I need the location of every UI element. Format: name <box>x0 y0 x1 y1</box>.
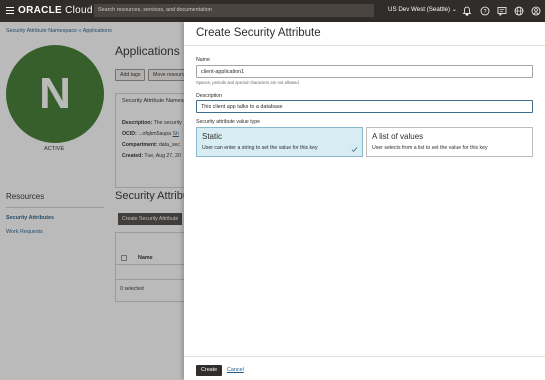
globe-icon[interactable] <box>513 4 525 17</box>
region-selector[interactable]: US Dev West (Seattle) ⌄ <box>388 6 457 13</box>
name-hint: Spaces, periods and special characters a… <box>196 80 299 85</box>
region-label: US Dev West (Seattle) <box>388 6 451 13</box>
menu-icon[interactable] <box>6 7 14 14</box>
cancel-link[interactable]: Cancel <box>227 367 244 373</box>
name-label: Name <box>196 57 210 63</box>
logo-product: Cloud <box>65 5 93 16</box>
top-bar: ORACLE Cloud Search resources, services,… <box>0 0 545 22</box>
user-icon[interactable] <box>530 4 542 17</box>
option-list-desc: User selects from a list to set the valu… <box>372 145 488 151</box>
svg-text:?: ? <box>483 9 486 15</box>
create-button[interactable]: Create <box>196 365 223 376</box>
panel-title: Create Security Attribute <box>196 27 321 39</box>
help-icon[interactable]: ? <box>479 4 491 17</box>
panel-footer: Create Cancel <box>184 356 545 380</box>
option-static-title: Static <box>202 132 223 141</box>
description-field[interactable]: This client app talks to a database <box>196 100 533 113</box>
bell-icon[interactable] <box>461 4 473 17</box>
divider <box>184 45 545 46</box>
option-static[interactable]: Static User can enter a string to set th… <box>196 127 363 157</box>
option-list-title: A list of values <box>372 132 424 141</box>
checkmark-icon <box>351 147 358 153</box>
chevron-down-icon: ⌄ <box>451 6 458 13</box>
create-security-attribute-panel: Create Security Attribute Name client-ap… <box>184 22 545 380</box>
option-static-desc: User can enter a string to set the value… <box>202 145 318 151</box>
oracle-cloud-logo[interactable]: ORACLE Cloud <box>18 5 93 16</box>
description-label: Description <box>196 93 222 99</box>
chat-icon[interactable] <box>496 4 508 17</box>
value-type-label: Security attribute value type <box>196 119 261 125</box>
logo-brand: ORACLE <box>18 5 63 16</box>
search-input[interactable]: Search resources, services, and document… <box>94 4 374 17</box>
option-list-of-values[interactable]: A list of values User selects from a lis… <box>366 127 533 157</box>
name-field[interactable]: client-application1 <box>196 65 533 78</box>
